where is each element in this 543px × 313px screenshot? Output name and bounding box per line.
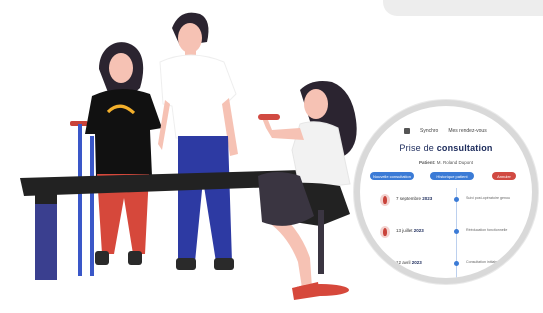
patient-label: Patient: (418, 160, 436, 165)
row-description: Suivi post-opératoire genou (466, 196, 510, 200)
title-bold: consultation (436, 143, 493, 153)
new-consultation-label: Nouvelle consultation (372, 173, 412, 179)
patient-name: M. Roland Dupont (436, 160, 474, 165)
nav-item: Mes rendez-vous (448, 128, 487, 134)
patient-history-button: Historique patient (430, 172, 474, 180)
row-date-prefix: 7 septembre (396, 196, 422, 201)
row-year: 2023 (411, 260, 422, 265)
new-consultation-button: Nouvelle consultation (370, 172, 414, 180)
standing-woman (85, 42, 162, 265)
patient-history-label: Historique patient (436, 173, 468, 179)
row-date: 7 septembre 2023 (396, 196, 432, 201)
leg-icon (380, 226, 390, 238)
row-year: 2023 (413, 228, 424, 233)
row-date: 12 avril 2023 (396, 260, 422, 265)
magnified-topbar: Synchro Mes rendez-vous (404, 128, 487, 134)
crutch (70, 121, 94, 276)
row-date-prefix: 13 juillet (396, 228, 413, 233)
magnified-screen: Synchro Mes rendez-vous Prise de consult… (354, 100, 538, 284)
standing-man (158, 12, 238, 270)
timeline-node (454, 197, 459, 202)
logo-icon (404, 128, 410, 134)
patient-line: Patient: M. Roland Dupont (360, 160, 532, 165)
cancel-label: Annuler (497, 173, 511, 179)
timeline-row: 7 septembre 2023 Suivi post-opératoire g… (370, 192, 520, 208)
page-title: Prise de consultation (360, 143, 532, 153)
timeline-row: 12 avril 2023 Consultation initiale (370, 256, 520, 272)
row-date: 13 juillet 2023 (396, 228, 424, 233)
seated-woman (258, 81, 357, 300)
timeline-node (454, 261, 459, 266)
title-plain: Prise de (399, 143, 434, 153)
row-description: Consultation initiale (466, 260, 498, 264)
cancel-button: Annuler (492, 172, 516, 180)
timeline-node (454, 229, 459, 234)
leg-icon (380, 194, 390, 206)
brand-label: Synchro (420, 128, 439, 134)
row-year: 2023 (422, 196, 433, 201)
leg-icon (380, 258, 390, 270)
row-description: Rééducation fonctionnelle (466, 228, 508, 232)
top-right-tab (383, 0, 543, 16)
row-date-prefix: 12 avril (396, 260, 411, 265)
timeline-row: 13 juillet 2023 Rééducation fonctionnell… (370, 224, 520, 240)
